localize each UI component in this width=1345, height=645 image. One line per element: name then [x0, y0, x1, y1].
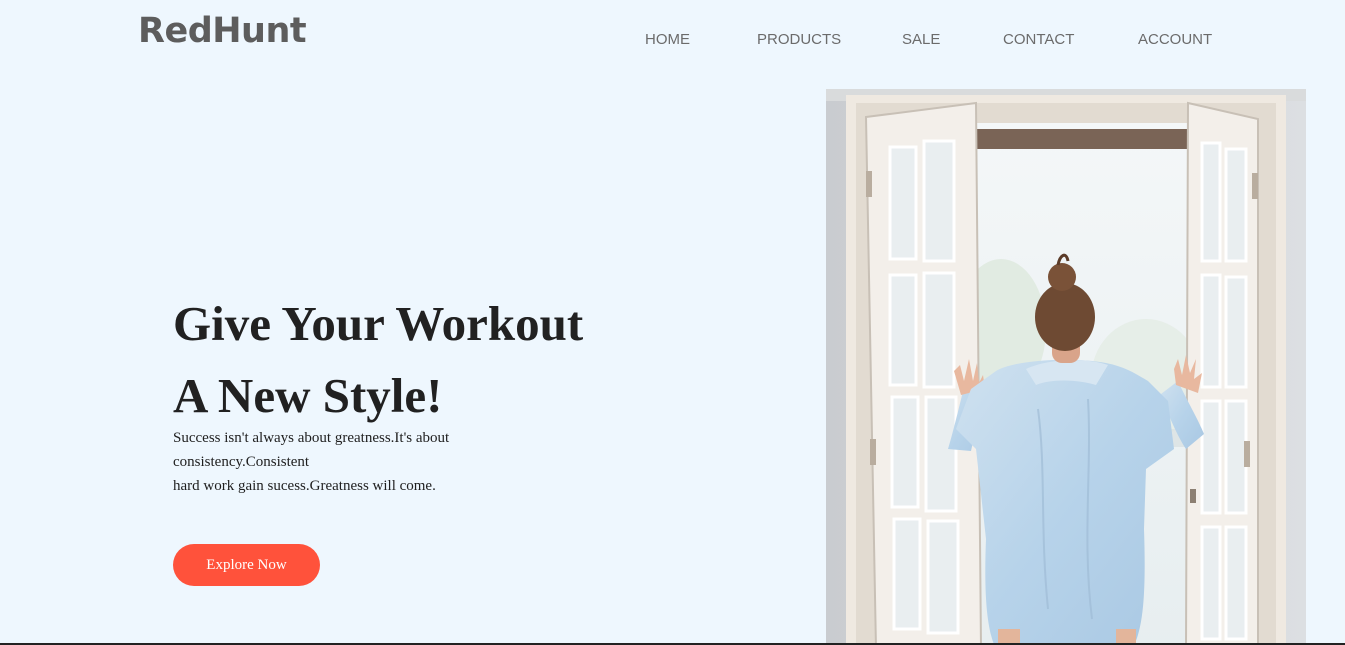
explore-now-button[interactable]: Explore Now — [173, 544, 320, 586]
hero-title: Give Your Workout A New Style! — [173, 288, 583, 432]
left-door — [864, 101, 982, 645]
hero-image — [826, 89, 1306, 645]
hero-description-line-2: consistency.Consistent — [173, 454, 310, 470]
hero-title-line-2: A New Style! — [173, 368, 443, 423]
logo[interactable]: RedHunt — [138, 14, 307, 49]
hero-description-line-1: Success isn't always about greatness.It'… — [173, 430, 450, 446]
nav-account-link[interactable]: ACCOUNT — [1138, 30, 1212, 50]
right-door — [1185, 101, 1259, 645]
nav-contact-link[interactable]: CONTACT — [1003, 30, 1074, 50]
hero-title-line-1: Give Your Workout — [173, 296, 584, 351]
page: RedHunt HOME PRODUCTS SALE CONTACT ACCOU… — [0, 0, 1345, 645]
hero-description: Success isn't always about greatness.It'… — [173, 426, 503, 498]
woman-opening-doors-illustration — [826, 89, 1306, 645]
nav-sale-link[interactable]: SALE — [902, 30, 940, 50]
nav-products-link[interactable]: PRODUCTS — [757, 30, 841, 50]
nav-home-link[interactable]: HOME — [645, 30, 690, 50]
hero-description-line-3: hard work gain sucess.Greatness will com… — [173, 478, 436, 494]
